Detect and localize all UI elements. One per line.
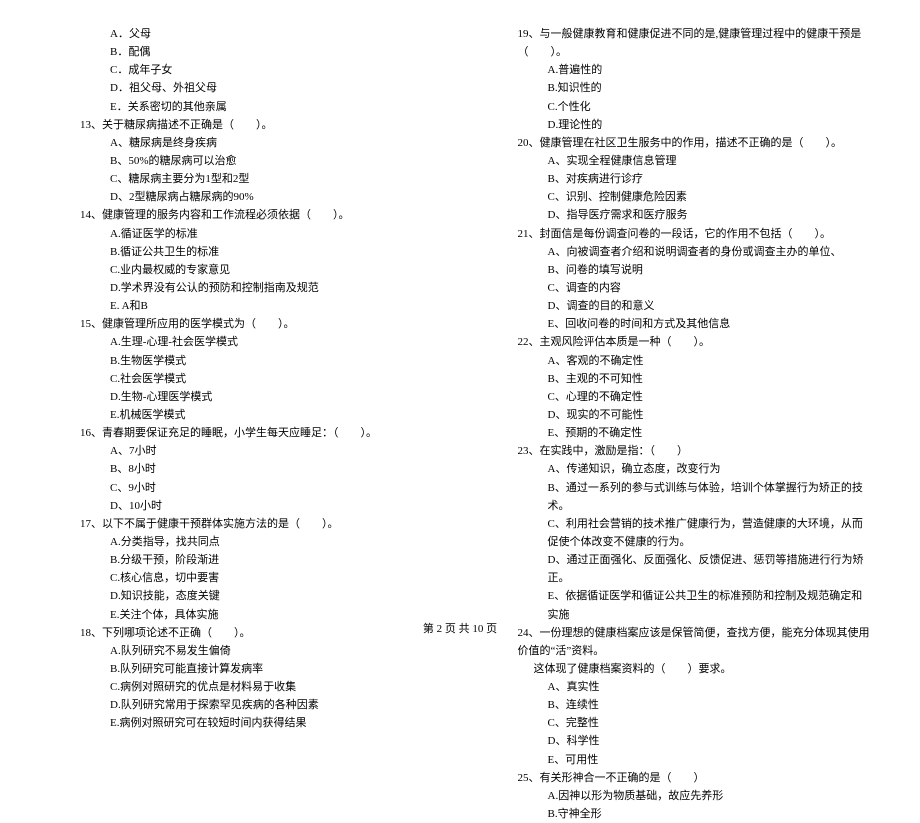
q18-option-e: E.病例对照研究可在较短时间内获得结果 bbox=[50, 714, 433, 732]
q17-option-b: B.分级干预，阶段渐进 bbox=[50, 551, 433, 569]
q22-option-e: E、预期的不确定性 bbox=[488, 424, 871, 442]
q19-option-a: A.普遍性的 bbox=[488, 61, 871, 79]
q13-option-c: C、糖尿病主要分为1型和2型 bbox=[50, 170, 433, 188]
q12-option-d: D．祖父母、外祖父母 bbox=[50, 79, 433, 97]
q25-option-b: B.守神全形 bbox=[488, 805, 871, 823]
q14-option-e: E. A和B bbox=[50, 297, 433, 315]
q24-option-c: C、完整性 bbox=[488, 714, 871, 732]
q21-option-c: C、调查的内容 bbox=[488, 279, 871, 297]
q19-option-d: D.理论性的 bbox=[488, 116, 871, 134]
q14-stem: 14、健康管理的服务内容和工作流程必须依据（ ）。 bbox=[50, 206, 433, 224]
q20-option-d: D、指导医疗需求和医疗服务 bbox=[488, 206, 871, 224]
q19-stem: 19、与一般健康教育和健康促进不同的是,健康管理过程中的健康干预是（ ）。 bbox=[488, 25, 871, 61]
left-column: A．父母 B．配偶 C．成年子女 D．祖父母、外祖父母 E．关系密切的其他亲属 … bbox=[50, 25, 433, 823]
q21-option-a: A、向被调查者介绍和说明调查者的身份或调查主办的单位、 bbox=[488, 243, 871, 261]
q13-stem: 13、关于糖尿病描述不正确是（ ）。 bbox=[50, 116, 433, 134]
q22-option-a: A、客观的不确定性 bbox=[488, 352, 871, 370]
q12-option-a: A．父母 bbox=[50, 25, 433, 43]
q24-option-b: B、连续性 bbox=[488, 696, 871, 714]
q25-stem: 25、有关形神合一不正确的是（ ） bbox=[488, 769, 871, 787]
q14-option-d: D.学术界没有公认的预防和控制指南及规范 bbox=[50, 279, 433, 297]
q22-option-c: C、心理的不确定性 bbox=[488, 388, 871, 406]
q18-option-a: A.队列研究不易发生偏倚 bbox=[50, 642, 433, 660]
q23-option-b: B、通过一系列的参与式训练与体验，培训个体掌握行为矫正的技术。 bbox=[488, 479, 871, 515]
q23-option-c: C、利用社会营销的技术推广健康行为，营造健康的大环境，从而促使个体改变不健康的行… bbox=[488, 515, 871, 551]
q18-option-c: C.病例对照研究的优点是材料易于收集 bbox=[50, 678, 433, 696]
q21-stem: 21、封面信是每份调查问卷的一段话，它的作用不包括（ ）。 bbox=[488, 225, 871, 243]
q21-option-d: D、调查的目的和意义 bbox=[488, 297, 871, 315]
q23-option-d: D、通过正面强化、反面强化、反馈促进、惩罚等措施进行行为矫正。 bbox=[488, 551, 871, 587]
q20-stem: 20、健康管理在社区卫生服务中的作用，描述不正确的是（ ）。 bbox=[488, 134, 871, 152]
q22-stem: 22、主观风险评估本质是一种（ ）。 bbox=[488, 333, 871, 351]
q16-option-b: B、8小时 bbox=[50, 460, 433, 478]
q15-option-d: D.生物-心理医学模式 bbox=[50, 388, 433, 406]
q19-option-c: C.个性化 bbox=[488, 98, 871, 116]
q16-stem: 16、青春期要保证充足的睡眠，小学生每天应睡足：（ ）。 bbox=[50, 424, 433, 442]
q14-option-a: A.循证医学的标准 bbox=[50, 225, 433, 243]
q15-option-e: E.机械医学模式 bbox=[50, 406, 433, 424]
q16-option-a: A、7小时 bbox=[50, 442, 433, 460]
q13-option-d: D、2型糖尿病占糖尿病的90% bbox=[50, 188, 433, 206]
q20-option-b: B、对疾病进行诊疗 bbox=[488, 170, 871, 188]
q20-option-c: C、识别、控制健康危险因素 bbox=[488, 188, 871, 206]
q20-option-a: A、实现全程健康信息管理 bbox=[488, 152, 871, 170]
q17-option-d: D.知识技能，态度关键 bbox=[50, 587, 433, 605]
page-footer: 第 2 页 共 10 页 bbox=[0, 620, 920, 638]
q13-option-a: A、糖尿病是终身疾病 bbox=[50, 134, 433, 152]
q15-option-a: A.生理-心理-社会医学模式 bbox=[50, 333, 433, 351]
q14-option-c: C.业内最权威的专家意见 bbox=[50, 261, 433, 279]
q23-option-e: E、依据循证医学和循证公共卫生的标准预防和控制及规范确定和实施 bbox=[488, 587, 871, 623]
q19-option-b: B.知识性的 bbox=[488, 79, 871, 97]
q23-stem: 23、在实践中，激励是指：（ ） bbox=[488, 442, 871, 460]
q16-option-d: D、10小时 bbox=[50, 497, 433, 515]
page-columns: A．父母 B．配偶 C．成年子女 D．祖父母、外祖父母 E．关系密切的其他亲属 … bbox=[50, 25, 870, 823]
q12-option-b: B．配偶 bbox=[50, 43, 433, 61]
q21-option-e: E、回收问卷的时间和方式及其他信息 bbox=[488, 315, 871, 333]
q12-option-c: C．成年子女 bbox=[50, 61, 433, 79]
q24-option-e: E、可用性 bbox=[488, 751, 871, 769]
q13-option-b: B、50%的糖尿病可以治愈 bbox=[50, 152, 433, 170]
q17-stem: 17、以下不属于健康干预群体实施方法的是（ ）。 bbox=[50, 515, 433, 533]
q21-option-b: B、问卷的填写说明 bbox=[488, 261, 871, 279]
q17-option-a: A.分类指导，找共同点 bbox=[50, 533, 433, 551]
q18-option-b: B.队列研究可能直接计算发病率 bbox=[50, 660, 433, 678]
q22-option-d: D、现实的不可能性 bbox=[488, 406, 871, 424]
q15-option-c: C.社会医学模式 bbox=[50, 370, 433, 388]
q17-option-c: C.核心信息，切中要害 bbox=[50, 569, 433, 587]
q12-option-e: E．关系密切的其他亲属 bbox=[50, 98, 433, 116]
q14-option-b: B.循证公共卫生的标准 bbox=[50, 243, 433, 261]
q25-option-a: A.因神以形为物质基础，故应先养形 bbox=[488, 787, 871, 805]
q16-option-c: C、9小时 bbox=[50, 479, 433, 497]
q15-stem: 15、健康管理所应用的医学模式为（ ）。 bbox=[50, 315, 433, 333]
q24-stem-cont: 这体现了健康档案资料的（ ）要求。 bbox=[488, 660, 871, 678]
q15-option-b: B.生物医学模式 bbox=[50, 352, 433, 370]
q22-option-b: B、主观的不可知性 bbox=[488, 370, 871, 388]
q24-option-d: D、科学性 bbox=[488, 732, 871, 750]
q24-option-a: A、真实性 bbox=[488, 678, 871, 696]
q23-option-a: A、传递知识，确立态度，改变行为 bbox=[488, 460, 871, 478]
q18-option-d: D.队列研究常用于探索罕见疾病的各种因素 bbox=[50, 696, 433, 714]
right-column: 19、与一般健康教育和健康促进不同的是,健康管理过程中的健康干预是（ ）。 A.… bbox=[488, 25, 871, 823]
